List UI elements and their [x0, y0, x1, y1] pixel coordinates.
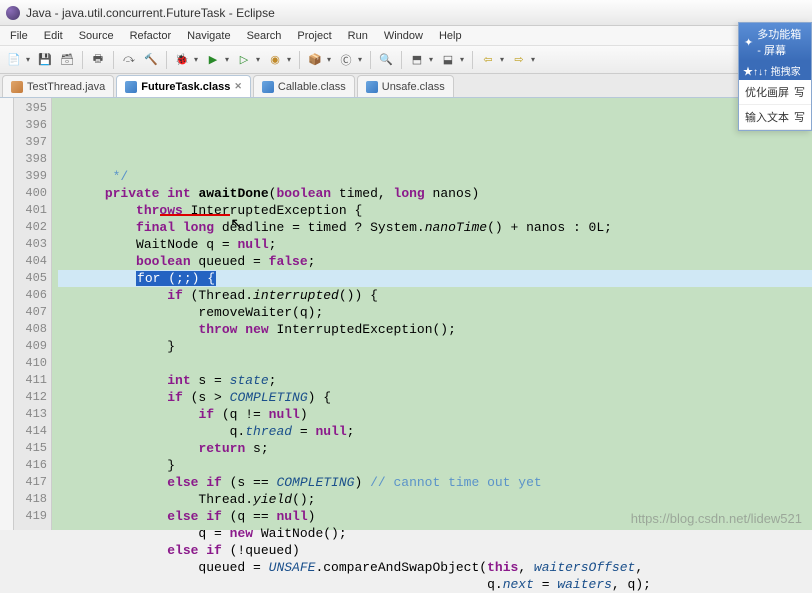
run-button[interactable]: ▶ [203, 50, 223, 70]
menu-search[interactable]: Search [241, 28, 288, 44]
runlast-button[interactable]: ▷ [234, 50, 254, 70]
dropdown-icon[interactable]: ▾ [26, 55, 33, 64]
tab-futuretask[interactable]: FutureTask.class ✕ [116, 75, 251, 97]
ann-button[interactable]: ⬒ [407, 50, 427, 70]
print-button[interactable]: 🖶 [88, 50, 108, 70]
skip-button[interactable]: ⤼ [119, 50, 139, 70]
watermark: https://blog.csdn.net/lidew521 [631, 511, 802, 526]
fwd-button[interactable]: ⇨ [509, 50, 529, 70]
dropdown-icon[interactable]: ▾ [358, 55, 365, 64]
tab-label: Callable.class [278, 81, 346, 93]
menubar: File Edit Source Refactor Navigate Searc… [0, 26, 812, 46]
menu-navigate[interactable]: Navigate [181, 28, 236, 44]
class-file-icon [366, 81, 378, 93]
menu-source[interactable]: Source [73, 28, 120, 44]
tab-callable[interactable]: Callable.class [253, 75, 355, 97]
menu-file[interactable]: File [4, 28, 34, 44]
dropdown-icon[interactable]: ▾ [194, 55, 201, 64]
tab-label: TestThread.java [27, 81, 105, 93]
code-editor[interactable]: ↖ */ private int awaitDone(boolean timed… [52, 98, 812, 530]
separator [166, 51, 167, 69]
search-button[interactable]: 🔍 [376, 50, 396, 70]
build-button[interactable]: 🔨 [141, 50, 161, 70]
tool-icon: ✦ [744, 36, 753, 49]
saveall-button[interactable]: 🗃 [57, 50, 77, 70]
java-file-icon [11, 81, 23, 93]
menu-project[interactable]: Project [291, 28, 337, 44]
panel-subtitle: ★↑↓↑ 拖拽家 [739, 61, 811, 80]
toolbar: 📄▾ 💾 🗃 🖶 ⤼ 🔨 🐞▾ ▶▾ ▷▾ ◉▾ 📦▾ Ⓒ▾ 🔍 ⬒▾ ⬓▾ ⇦… [0, 46, 812, 74]
tab-label: Unsafe.class [382, 81, 445, 93]
dropdown-icon[interactable]: ▾ [500, 55, 507, 64]
dropdown-icon[interactable]: ▾ [287, 55, 294, 64]
menu-window[interactable]: Window [378, 28, 429, 44]
tab-unsafe[interactable]: Unsafe.class [357, 75, 454, 97]
newpkg-button[interactable]: 📦 [305, 50, 325, 70]
editor-area: 395 396 397 398 399 400 401 402 403 404 … [0, 98, 812, 530]
separator [370, 51, 371, 69]
panel-title[interactable]: ✦ 多功能箱 - 屏幕 [739, 23, 811, 61]
dropdown-icon[interactable]: ▾ [327, 55, 334, 64]
dropdown-icon[interactable]: ▾ [256, 55, 263, 64]
separator [113, 51, 114, 69]
newclass-button[interactable]: Ⓒ [336, 50, 356, 70]
menu-edit[interactable]: Edit [38, 28, 69, 44]
separator [82, 51, 83, 69]
separator [299, 51, 300, 69]
dropdown-icon[interactable]: ▾ [531, 55, 538, 64]
dropdown-icon[interactable]: ▾ [429, 55, 436, 64]
save-button[interactable]: 💾 [35, 50, 55, 70]
dropdown-icon[interactable]: ▾ [225, 55, 232, 64]
dropdown-icon[interactable]: ▾ [460, 55, 467, 64]
tab-label: FutureTask.class [141, 81, 230, 93]
menu-refactor[interactable]: Refactor [124, 28, 178, 44]
separator [401, 51, 402, 69]
coverage-button[interactable]: ◉ [265, 50, 285, 70]
window-titlebar: Java - java.util.concurrent.FutureTask -… [0, 0, 812, 26]
error-underline [160, 214, 230, 216]
line-gutter[interactable]: 395 396 397 398 399 400 401 402 403 404 … [14, 98, 52, 530]
eclipse-icon [6, 6, 20, 20]
editor-tabs: TestThread.java FutureTask.class ✕ Calla… [0, 74, 812, 98]
marker-strip[interactable] [0, 98, 14, 530]
separator [472, 51, 473, 69]
new-button[interactable]: 📄 [4, 50, 24, 70]
close-icon[interactable]: ✕ [234, 81, 242, 92]
back-button[interactable]: ⇦ [478, 50, 498, 70]
class-file-icon [262, 81, 274, 93]
task-button[interactable]: ⬓ [438, 50, 458, 70]
panel-row-optimize[interactable]: 优化画屏 写 [739, 80, 811, 105]
panel-row-input[interactable]: 输入文本 写 [739, 105, 811, 130]
menu-run[interactable]: Run [342, 28, 374, 44]
class-file-icon [125, 81, 137, 93]
window-title: Java - java.util.concurrent.FutureTask -… [26, 6, 275, 20]
menu-help[interactable]: Help [433, 28, 468, 44]
side-panel[interactable]: ✦ 多功能箱 - 屏幕 ★↑↓↑ 拖拽家 优化画屏 写 输入文本 写 [738, 22, 812, 131]
tab-testthread[interactable]: TestThread.java [2, 75, 114, 97]
debug-button[interactable]: 🐞 [172, 50, 192, 70]
